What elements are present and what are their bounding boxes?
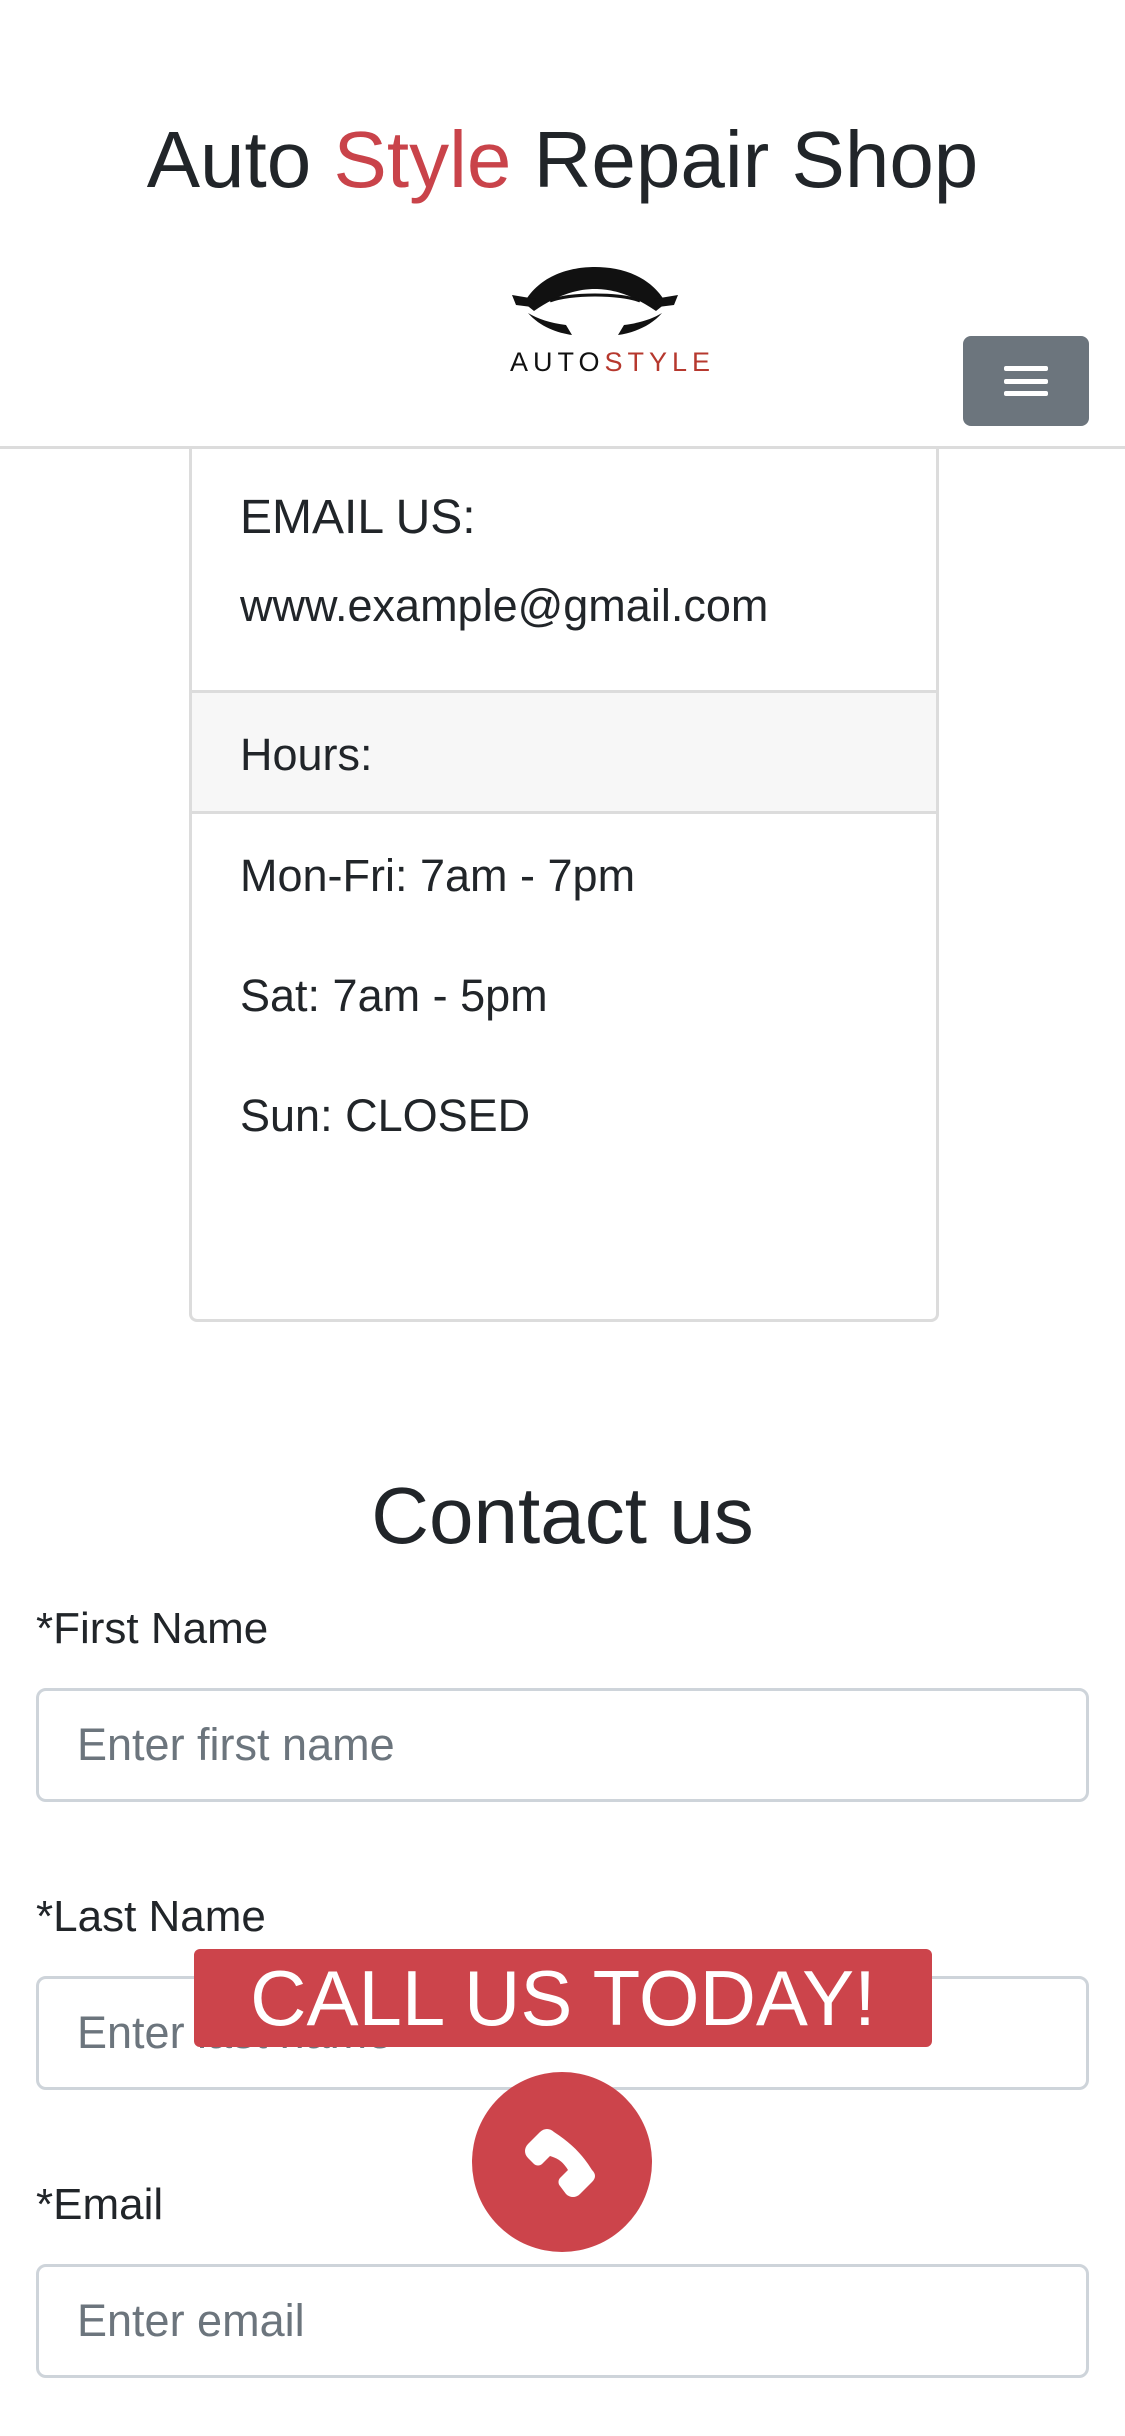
phone-icon	[525, 2129, 595, 2197]
call-button[interactable]	[472, 2072, 652, 2252]
page: Auto Style Repair Shop AUTOSTYLE EMAIL U…	[0, 0, 1125, 2436]
hours-weekdays: Mon-Fri: 7am - 7pm	[240, 850, 636, 901]
contact-title: Contact us	[371, 1471, 754, 1560]
hours-saturday: Sat: 7am - 5pm	[240, 970, 548, 1021]
site-title[interactable]: Auto Style Repair Shop	[0, 112, 1125, 208]
site-title-part2: Repair Shop	[511, 115, 979, 204]
email-input[interactable]	[36, 2264, 1089, 2378]
last-name-label: *Last Name	[36, 1892, 266, 1941]
logo-text-auto: AUTO	[510, 347, 605, 377]
logo-text-style: STYLE	[604, 347, 716, 377]
call-us-banner[interactable]: CALL US TODAY!	[194, 1949, 932, 2047]
first-name-label: *First Name	[36, 1604, 269, 1653]
car-logo-icon	[512, 267, 678, 335]
hamburger-menu-icon	[1004, 366, 1048, 396]
hours-heading: Hours:	[240, 729, 373, 780]
autostyle-logo[interactable]: AUTOSTYLE	[510, 255, 710, 385]
site-header: Auto Style Repair Shop AUTOSTYLE	[0, 0, 1125, 449]
email-heading: EMAIL US:	[240, 491, 476, 544]
hours-sunday: Sun: CLOSED	[240, 1090, 531, 1141]
first-name-input[interactable]	[36, 1688, 1089, 1802]
hours-header: Hours:	[192, 690, 936, 814]
menu-toggle-button[interactable]	[963, 336, 1089, 426]
site-title-part1: Auto	[146, 115, 334, 204]
email-address[interactable]: www.example@gmail.com	[240, 580, 768, 632]
site-title-accent: Style	[333, 115, 512, 204]
logo-text: AUTOSTYLE	[510, 347, 710, 378]
email-label: *Email	[36, 2180, 164, 2229]
info-card: EMAIL US: www.example@gmail.com Hours: M…	[189, 380, 939, 1322]
